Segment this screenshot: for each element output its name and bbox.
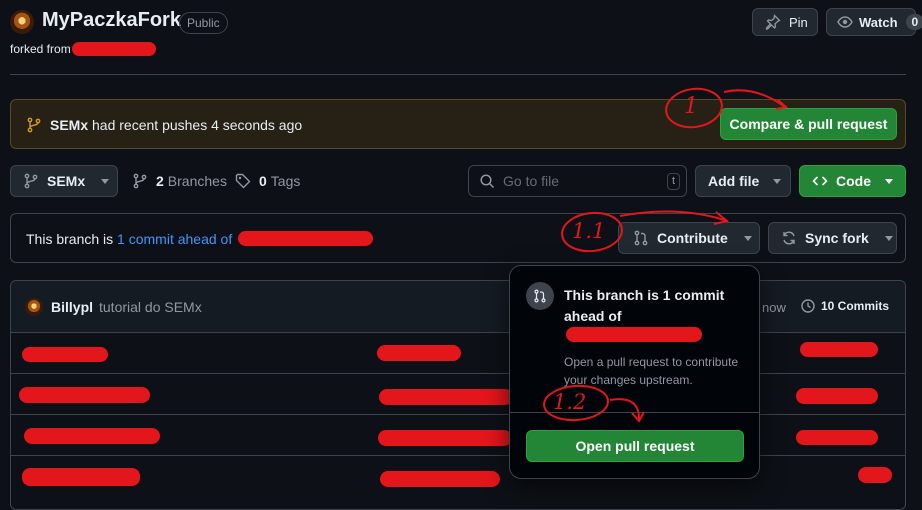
annotation-marks bbox=[543, 87, 789, 423]
annotation-label-1-2: 1.2 bbox=[553, 390, 587, 414]
annotation-label-1-1: 1.1 bbox=[572, 219, 606, 243]
annotation-label-1: 1 bbox=[684, 94, 698, 119]
